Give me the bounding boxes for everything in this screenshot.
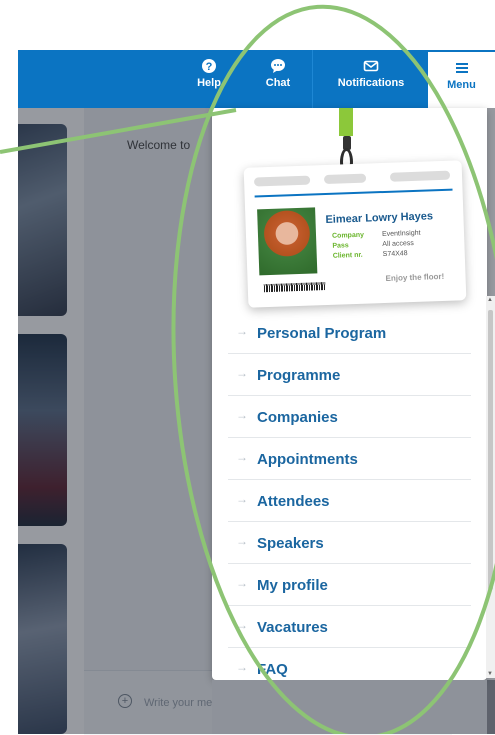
badge-tagline: Enjoy the floor! bbox=[385, 271, 445, 283]
badge-name: Eimear Lowry Hayes bbox=[325, 210, 434, 227]
envelope-icon bbox=[363, 60, 379, 72]
menu-list: → Personal Program → Programme → Companies … bbox=[228, 312, 471, 690]
menu-item-label: Vacatures bbox=[257, 619, 328, 636]
chat-bubble-icon bbox=[271, 59, 285, 73]
notifications-button[interactable]: Notifications bbox=[312, 50, 429, 108]
badge-row-value: All access bbox=[382, 239, 415, 249]
menu-item-speakers[interactable]: → Speakers bbox=[228, 522, 471, 564]
menu-item-label: Companies bbox=[257, 409, 338, 426]
menu-label: Menu bbox=[447, 79, 476, 91]
arrow-right-icon: → bbox=[236, 492, 248, 506]
lanyard-strap bbox=[339, 108, 353, 136]
hamburger-icon bbox=[455, 63, 468, 73]
name-badge: Eimear Lowry Hayes Company EventInsight P… bbox=[243, 160, 467, 308]
menu-item-label: My profile bbox=[257, 577, 328, 594]
scroll-down-icon[interactable]: ▼ bbox=[487, 671, 493, 677]
menu-item-label: Attendees bbox=[257, 493, 330, 510]
help-label: Help bbox=[197, 77, 221, 89]
help-button[interactable]: ? Help bbox=[186, 50, 232, 108]
badge-row-label: Client nr. bbox=[332, 251, 363, 260]
arrow-right-icon: → bbox=[236, 408, 248, 422]
menu-item-my-profile[interactable]: → My profile bbox=[228, 564, 471, 606]
menu-item-label: Speakers bbox=[257, 535, 324, 552]
menu-item-label: Programme bbox=[257, 367, 341, 384]
badge-row-value: EventInsight bbox=[381, 229, 421, 239]
scrollbar-thumb[interactable] bbox=[488, 310, 493, 590]
chat-label: Chat bbox=[265, 77, 291, 89]
svg-text:?: ? bbox=[206, 61, 213, 73]
notifications-label: Notifications bbox=[337, 77, 405, 89]
menu-scrollbar[interactable]: ▲ ▼ bbox=[486, 296, 495, 678]
menu-item-vacatures[interactable]: → Vacatures bbox=[228, 606, 471, 648]
help-icon: ? bbox=[202, 59, 216, 73]
scroll-up-icon[interactable]: ▲ bbox=[487, 297, 493, 303]
panel-bottom-mask-dim bbox=[212, 680, 487, 734]
arrow-right-icon: → bbox=[236, 366, 248, 380]
badge-row: Pass All access bbox=[332, 240, 414, 250]
menu-item-label: Personal Program bbox=[257, 325, 387, 342]
badge-decoration bbox=[253, 175, 311, 187]
badge-row: Company EventInsight bbox=[332, 230, 421, 240]
menu-item-label: FAQ bbox=[257, 661, 288, 678]
badge-stripe bbox=[254, 188, 453, 198]
badge-row: Client nr. S74X48 bbox=[333, 250, 408, 260]
arrow-right-icon: → bbox=[236, 576, 248, 590]
badge-decoration bbox=[323, 173, 367, 185]
badge-row-value: S74X48 bbox=[382, 250, 408, 259]
avatar bbox=[257, 207, 318, 276]
badge-row-label: Company bbox=[331, 231, 365, 240]
menu-button[interactable]: Menu bbox=[428, 52, 495, 108]
arrow-right-icon: → bbox=[236, 450, 248, 464]
badge-decoration bbox=[389, 170, 451, 182]
arrow-right-icon: → bbox=[236, 324, 248, 338]
menu-item-attendees[interactable]: → Attendees bbox=[228, 480, 471, 522]
menu-item-programme[interactable]: → Programme bbox=[228, 354, 471, 396]
barcode bbox=[263, 282, 326, 293]
arrow-right-icon: → bbox=[236, 618, 248, 632]
menu-item-label: Appointments bbox=[257, 451, 358, 468]
arrow-right-icon: → bbox=[236, 534, 248, 548]
menu-item-personal-program[interactable]: → Personal Program bbox=[228, 312, 471, 354]
menu-item-companies[interactable]: → Companies bbox=[228, 396, 471, 438]
badge-row-label: Pass bbox=[332, 242, 349, 250]
chat-button[interactable]: Chat bbox=[252, 50, 304, 108]
menu-item-appointments[interactable]: → Appointments bbox=[228, 438, 471, 480]
arrow-right-icon: → bbox=[236, 660, 248, 674]
